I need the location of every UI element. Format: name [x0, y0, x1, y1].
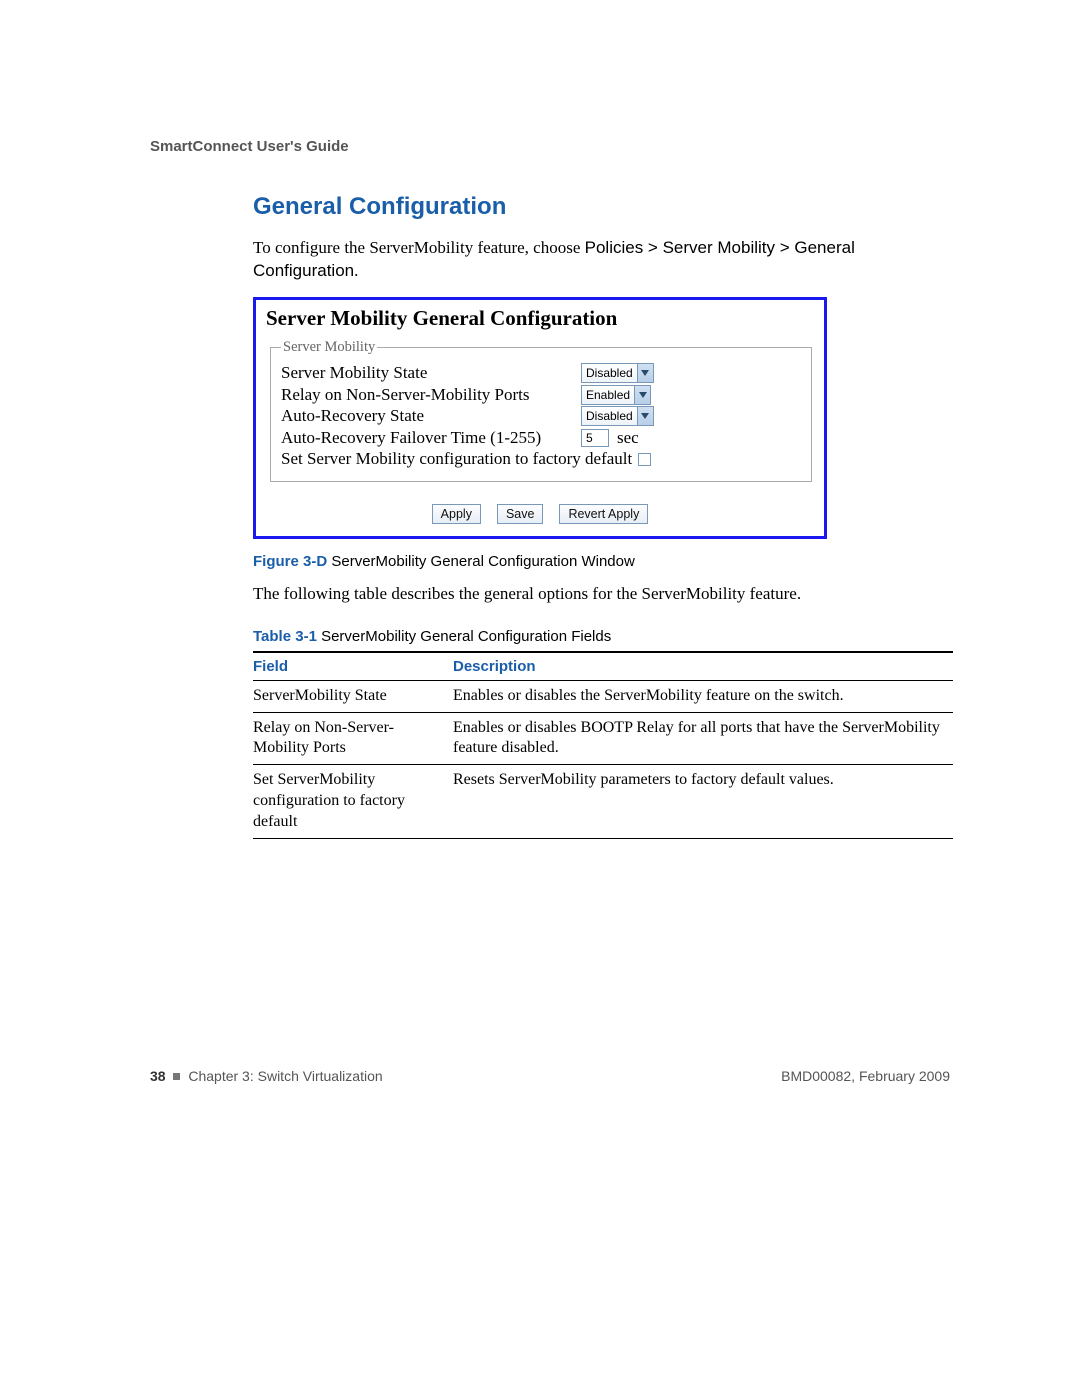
figure-caption-text: ServerMobility General Configuration Win…: [327, 553, 635, 570]
row-autorecovery: Auto-Recovery State Disabled: [281, 406, 801, 426]
intro-prefix: To configure the ServerMobility feature,…: [253, 238, 585, 257]
state-select-value: Disabled: [582, 366, 637, 380]
table-row: Set ServerMobility configuration to fact…: [253, 765, 953, 838]
server-mobility-fieldset: Server Mobility Server Mobility State Di…: [270, 339, 812, 482]
row-relay: Relay on Non-Server-Mobility Ports Enabl…: [281, 385, 801, 405]
cell-desc: Resets ServerMobility parameters to fact…: [453, 765, 953, 838]
autorecovery-select-value: Disabled: [582, 409, 637, 423]
running-head: SmartConnect User's Guide: [150, 138, 349, 155]
panel-title: Server Mobility General Configuration: [256, 300, 824, 339]
row-failover: Auto-Recovery Failover Time (1-255) 5 se…: [281, 428, 801, 448]
state-select[interactable]: Disabled: [581, 363, 654, 383]
intro-paragraph: To configure the ServerMobility feature,…: [253, 237, 953, 283]
footer-page-number: 38: [150, 1068, 166, 1084]
relay-label: Relay on Non-Server-Mobility Ports: [281, 385, 581, 405]
intro-suffix: .: [354, 261, 358, 280]
button-row: Apply Save Revert Apply: [256, 494, 824, 536]
save-button[interactable]: Save: [497, 504, 544, 524]
failover-unit: sec: [617, 428, 639, 448]
relay-select[interactable]: Enabled: [581, 385, 651, 405]
row-factory-default: Set Server Mobility configuration to fac…: [281, 449, 801, 469]
after-figure-paragraph: The following table describes the genera…: [253, 584, 953, 604]
row-state: Server Mobility State Disabled: [281, 363, 801, 383]
cell-field: Set ServerMobility configuration to fact…: [253, 765, 453, 838]
chevron-down-icon[interactable]: [634, 386, 650, 404]
footer-chapter: Chapter 3: Switch Virtualization: [188, 1068, 382, 1084]
autorecovery-select[interactable]: Disabled: [581, 406, 654, 426]
apply-button[interactable]: Apply: [432, 504, 481, 524]
chevron-down-icon[interactable]: [637, 407, 653, 425]
failover-label: Auto-Recovery Failover Time (1-255): [281, 428, 581, 448]
fieldset-legend: Server Mobility: [281, 339, 377, 356]
table-row: ServerMobility State Enables or disables…: [253, 680, 953, 712]
table-row: Relay on Non-Server-Mobility Ports Enabl…: [253, 712, 953, 765]
factory-default-checkbox[interactable]: [638, 453, 651, 466]
figure-screenshot: Server Mobility General Configuration Se…: [253, 297, 827, 539]
table-caption-text: ServerMobility General Configuration Fie…: [317, 628, 611, 645]
table-caption: Table 3-1 ServerMobility General Configu…: [253, 628, 953, 645]
figure-caption-lead: Figure 3-D: [253, 553, 327, 570]
main-content: General Configuration To configure the S…: [253, 193, 953, 839]
th-field: Field: [253, 652, 453, 681]
autorecovery-label: Auto-Recovery State: [281, 406, 581, 426]
config-fields-table: Field Description ServerMobility State E…: [253, 651, 953, 839]
factory-default-label: Set Server Mobility configuration to fac…: [281, 449, 632, 469]
document-page: SmartConnect User's Guide General Config…: [0, 0, 1080, 1397]
chevron-down-icon[interactable]: [637, 364, 653, 382]
section-heading: General Configuration: [253, 193, 953, 221]
page-footer: 38 Chapter 3: Switch Virtualization BMD0…: [150, 1068, 950, 1084]
state-label: Server Mobility State: [281, 363, 581, 383]
footer-left: 38 Chapter 3: Switch Virtualization: [150, 1068, 383, 1084]
th-description: Description: [453, 652, 953, 681]
table-caption-lead: Table 3-1: [253, 628, 317, 645]
square-bullet-icon: [173, 1073, 180, 1080]
figure-caption: Figure 3-D ServerMobility General Config…: [253, 553, 953, 570]
cell-desc: Enables or disables BOOTP Relay for all …: [453, 712, 953, 765]
failover-input[interactable]: 5: [581, 429, 609, 447]
table-header-row: Field Description: [253, 652, 953, 681]
cell-field: Relay on Non-Server-Mobility Ports: [253, 712, 453, 765]
cell-desc: Enables or disables the ServerMobility f…: [453, 680, 953, 712]
revert-apply-button[interactable]: Revert Apply: [559, 504, 648, 524]
cell-field: ServerMobility State: [253, 680, 453, 712]
footer-docid: BMD00082, February 2009: [781, 1068, 950, 1084]
relay-select-value: Enabled: [582, 388, 634, 402]
